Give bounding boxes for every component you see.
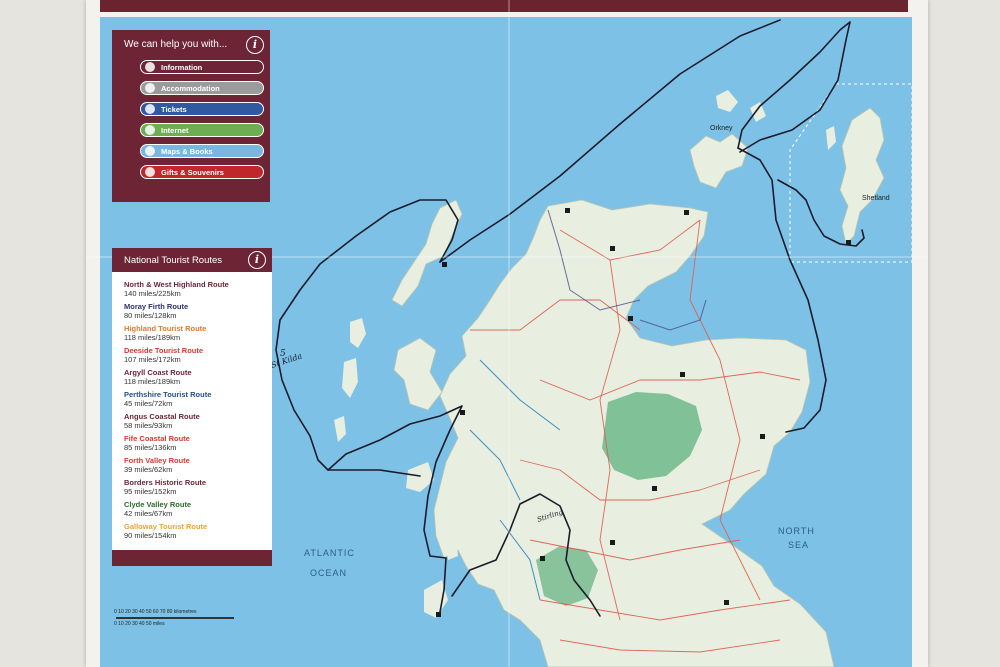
- route-name: Deeside Tourist Route: [124, 346, 204, 355]
- barra: [334, 416, 346, 442]
- fold-line-vertical: [508, 0, 510, 667]
- label-shetland: Shetland: [862, 195, 890, 202]
- help-item-information[interactable]: Information: [140, 60, 264, 74]
- route-item[interactable]: Clyde Valley Route 42 miles/67km: [124, 500, 269, 518]
- info-icon: [145, 62, 155, 72]
- handwritten-st-kilda: St Kilda: [270, 351, 304, 370]
- route-distance: 118 miles/189km: [124, 333, 181, 342]
- route-distance: 95 miles/152km: [124, 487, 177, 496]
- route-distance: 45 miles/72km: [124, 399, 173, 408]
- gift-icon: [145, 167, 155, 177]
- route-distance: 42 miles/67km: [124, 509, 173, 518]
- route-name: Angus Coastal Route: [124, 412, 200, 421]
- label-sea: SEA: [788, 540, 810, 550]
- handwritten-number: 5: [280, 349, 286, 359]
- routes-panel: National Tourist Routes i North & West H…: [112, 248, 272, 566]
- route-item[interactable]: Argyll Coast Route 118 miles/189km: [124, 368, 269, 386]
- route-item[interactable]: Forth Valley Route 39 miles/62km: [124, 456, 269, 474]
- scale-miles-label: 0 10 20 30 40 50 miles: [114, 621, 165, 627]
- help-item-accommodation[interactable]: Accommodation: [140, 81, 264, 95]
- scale-line: [116, 617, 234, 619]
- route-item[interactable]: North & West Highland Route 140 miles/225…: [124, 280, 269, 298]
- label-ocean: OCEAN: [310, 568, 348, 578]
- help-item-label: Gifts & Souvenirs: [161, 167, 224, 177]
- help-item-internet[interactable]: Internet: [140, 123, 264, 137]
- scale-km-label: 0 10 20 30 40 50 60 70 80 kilometres: [114, 609, 197, 615]
- route-item[interactable]: Perthshire Tourist Route 45 miles/72km: [124, 390, 269, 408]
- info-icon: i: [246, 36, 264, 54]
- label-north: NORTH: [778, 526, 815, 536]
- route-name: Fife Coastal Route: [124, 434, 190, 443]
- help-panel: We can help you with... i Information Ac…: [112, 30, 270, 202]
- help-item-label: Accommodation: [161, 83, 220, 93]
- route-item[interactable]: Galloway Tourist Route 90 miles/154km: [124, 522, 269, 540]
- route-distance: 118 miles/189km: [124, 377, 181, 386]
- route-distance: 107 miles/172km: [124, 355, 181, 364]
- orkney-north-isles: [716, 90, 738, 112]
- route-name: Galloway Tourist Route: [124, 522, 208, 531]
- route-item[interactable]: Moray Firth Route 80 miles/128km: [124, 302, 269, 320]
- help-list: Information Accommodation Tickets Intern…: [140, 60, 264, 186]
- route-distance: 39 miles/62km: [124, 465, 173, 474]
- scale-bar: 0 10 20 30 40 50 60 70 80 kilometres 0 1…: [112, 608, 282, 638]
- help-item-maps-books[interactable]: Maps & Books: [140, 144, 264, 158]
- route-name: Argyll Coast Route: [124, 368, 192, 377]
- wifi-icon: [145, 125, 155, 135]
- route-name: Forth Valley Route: [124, 456, 190, 465]
- route-name: Moray Firth Route: [124, 302, 189, 311]
- route-distance: 58 miles/93km: [124, 421, 173, 430]
- route-item[interactable]: Angus Coastal Route 58 miles/93km: [124, 412, 269, 430]
- orkney-east-isle: [750, 102, 766, 122]
- isle-of-skye: [393, 337, 443, 411]
- routes-header: National Tourist Routes i: [112, 248, 272, 272]
- help-panel-title: We can help you with...: [124, 39, 228, 50]
- route-name: Borders Historic Route: [124, 478, 207, 487]
- route-item[interactable]: Highland Tourist Route 118 miles/189km: [124, 324, 269, 342]
- route-name: Highland Tourist Route: [124, 324, 207, 333]
- label-orkney: Orkney: [710, 125, 733, 132]
- help-item-label: Maps & Books: [161, 146, 213, 156]
- route-distance: 90 miles/154km: [124, 531, 177, 540]
- route-item[interactable]: Borders Historic Route 95 miles/152km: [124, 478, 269, 496]
- help-item-label: Internet: [161, 125, 189, 135]
- route-distance: 80 miles/128km: [124, 311, 177, 320]
- info-icon: i: [248, 251, 266, 269]
- route-name: Clyde Valley Route: [124, 500, 192, 509]
- help-item-gifts-souvenirs[interactable]: Gifts & Souvenirs: [140, 165, 264, 179]
- routes-title: National Tourist Routes: [124, 255, 223, 266]
- shetland-islands: [839, 107, 885, 245]
- help-item-tickets[interactable]: Tickets: [140, 102, 264, 116]
- help-item-label: Tickets: [161, 104, 187, 114]
- route-item[interactable]: Fife Coastal Route 85 miles/136km: [124, 434, 269, 452]
- route-distance: 140 miles/225km: [124, 289, 181, 298]
- north-uist: [350, 318, 366, 348]
- isle-of-jura: [446, 536, 458, 560]
- help-item-label: Information: [161, 62, 203, 72]
- label-atlantic: ATLANTIC: [304, 548, 355, 558]
- routes-list: North & West Highland Route 140 miles/225…: [124, 280, 269, 544]
- bed-icon: [145, 83, 155, 93]
- map-icon: [145, 146, 155, 156]
- route-item[interactable]: Deeside Tourist Route 107 miles/172km: [124, 346, 269, 364]
- shetland-small-isle: [826, 126, 836, 150]
- route-distance: 85 miles/136km: [124, 443, 177, 452]
- ticket-icon: [145, 104, 155, 114]
- header-band: [100, 0, 908, 12]
- south-uist: [342, 358, 358, 398]
- route-name: Perthshire Tourist Route: [124, 390, 212, 399]
- routes-footer: [112, 550, 272, 566]
- route-name: North & West Highland Route: [124, 280, 229, 289]
